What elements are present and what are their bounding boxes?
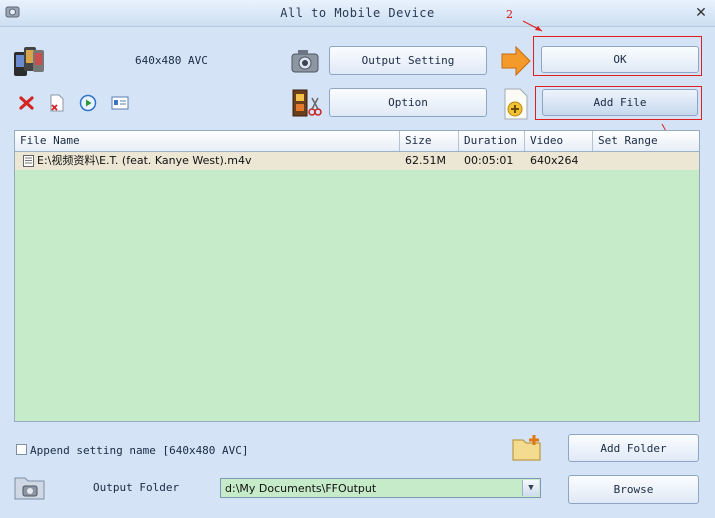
info-card-icon[interactable] (111, 96, 129, 110)
ok-button[interactable]: OK (541, 46, 699, 73)
delete-icon[interactable] (18, 95, 35, 111)
table-header: File Name Size Duration Video Size Set R… (15, 131, 699, 167)
output-setting-button[interactable]: Output Setting (329, 46, 487, 75)
append-setting-label: Append setting name [640x480 AVC] (30, 444, 249, 457)
append-setting-checkbox[interactable] (16, 444, 27, 455)
play-preview-icon[interactable] (79, 94, 97, 112)
clear-list-icon[interactable] (48, 94, 65, 112)
output-folder-icon[interactable] (14, 474, 46, 500)
add-folder-icon[interactable] (511, 434, 543, 462)
output-folder-label: Output Folder (93, 481, 180, 494)
browse-button[interactable]: Browse (568, 475, 699, 504)
table-row[interactable]: E:\视频资料\E.T. (feat. Kanye West).m4v 62.5… (15, 152, 699, 170)
cell-duration: 00:05:01 (464, 154, 514, 167)
column-header-size[interactable]: Size (400, 131, 459, 151)
option-button[interactable]: Option (329, 88, 487, 117)
chevron-down-icon[interactable]: ▼ (522, 480, 539, 496)
mobile-devices-icon (14, 47, 44, 76)
film-cut-icon (292, 89, 322, 117)
column-header-duration[interactable]: Duration (459, 131, 525, 151)
arrow-right-icon (501, 45, 531, 77)
annotation-number-2: 2 (506, 8, 513, 21)
output-folder-path: d:\My Documents\FFOutput (225, 482, 377, 495)
camera-settings-icon (291, 50, 319, 73)
column-header-set-range[interactable]: Set Range (593, 131, 699, 151)
window-title: All to Mobile Device (280, 6, 435, 20)
close-icon[interactable]: ✕ (693, 5, 709, 21)
add-file-button[interactable]: Add File (542, 89, 698, 116)
cell-file-name: E:\视频资料\E.T. (feat. Kanye West).m4v (37, 154, 252, 167)
add-file-icon[interactable] (503, 88, 529, 120)
add-folder-button[interactable]: Add Folder (568, 434, 699, 462)
profile-label: 640x480 AVC (135, 54, 208, 67)
cell-video-size: 640x264 (530, 154, 579, 167)
annotation-arrow-2 (522, 20, 543, 32)
cell-size: 62.51M (405, 154, 446, 167)
cell-set-range (593, 152, 699, 170)
column-header-video-size[interactable]: Video Size (525, 131, 593, 167)
column-header-file-name[interactable]: File Name (15, 131, 400, 151)
output-folder-combobox[interactable]: d:\My Documents\FFOutput ▼ (220, 478, 541, 498)
file-list[interactable]: File Name Size Duration Video Size Set R… (14, 130, 700, 422)
